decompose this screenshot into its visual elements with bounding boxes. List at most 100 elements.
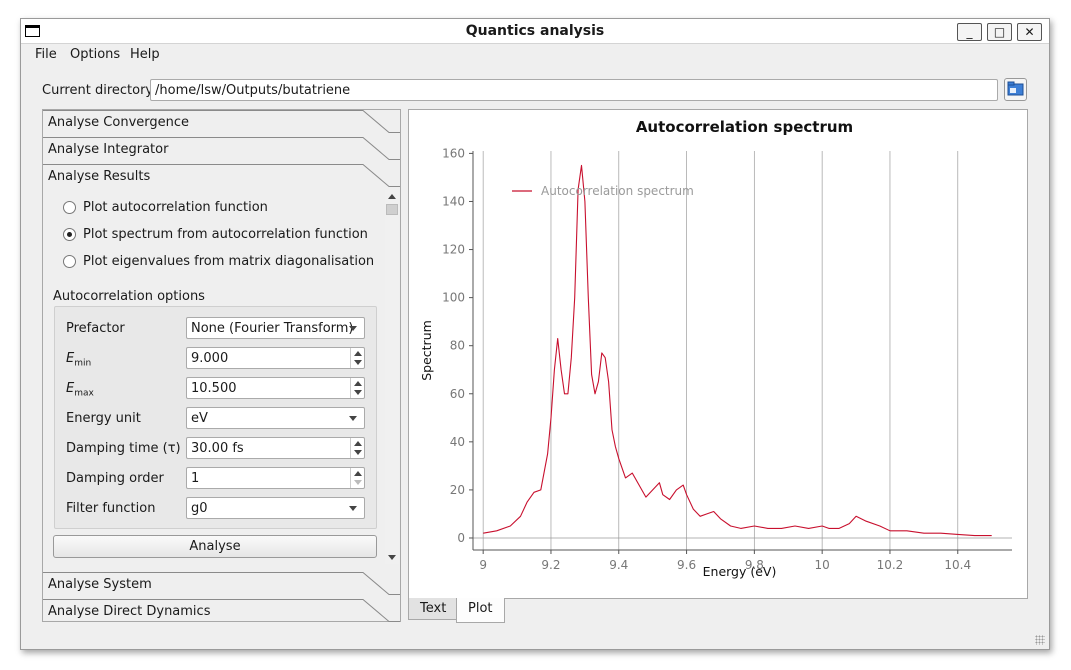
- emin-spinbox[interactable]: 9.000: [186, 347, 365, 369]
- tab-plot[interactable]: Plot: [456, 598, 505, 623]
- energy-unit-combo[interactable]: eV: [186, 407, 365, 429]
- radio-plot-autocorrelation[interactable]: Plot autocorrelation function: [63, 200, 268, 215]
- chevron-down-icon: [349, 416, 357, 421]
- damping-order-spinbox[interactable]: 1: [186, 467, 365, 489]
- y-tick-label: 20: [450, 483, 465, 497]
- analyse-button[interactable]: Analyse: [53, 535, 377, 558]
- y-tick-label: 80: [450, 339, 465, 353]
- scroll-up-icon[interactable]: [388, 194, 396, 199]
- field-label: Emax: [66, 381, 94, 399]
- field-label: Prefactor: [66, 321, 125, 336]
- spin-value: 10.500: [191, 381, 237, 396]
- main-window: Quantics analysis _ □ ✕ File Options Hel…: [20, 18, 1050, 650]
- section-analyse-results[interactable]: Analyse Results: [43, 164, 400, 191]
- section-analyse-system[interactable]: Analyse System: [43, 572, 400, 599]
- close-icon: ✕: [1024, 25, 1035, 39]
- x-tick-label: 10: [815, 558, 830, 572]
- maximize-icon: □: [993, 25, 1006, 39]
- prefactor-combo[interactable]: None (Fourier Transform): [186, 317, 365, 339]
- autocorrelation-options-group: Prefactor None (Fourier Transform) Emin …: [54, 306, 377, 529]
- window-title: Quantics analysis: [465, 23, 605, 39]
- spin-up-icon[interactable]: [354, 441, 362, 446]
- y-tick-label: 120: [442, 243, 465, 257]
- folder-icon: [1007, 81, 1024, 96]
- menu-file[interactable]: File: [35, 47, 57, 62]
- radio-label: Plot eigenvalues from matrix diagonalisa…: [83, 254, 375, 269]
- tab-text[interactable]: Text: [408, 598, 459, 620]
- resize-grip[interactable]: [1035, 635, 1045, 645]
- scroll-thumb[interactable]: [386, 204, 398, 215]
- field-label: Emin: [66, 351, 91, 369]
- emax-spinbox[interactable]: 10.500: [186, 377, 365, 399]
- spin-up-icon[interactable]: [354, 381, 362, 386]
- spin-down-icon[interactable]: [354, 450, 362, 455]
- field-label: Energy unit: [66, 411, 141, 426]
- spin-up-icon[interactable]: [354, 471, 362, 476]
- section-label: Analyse Convergence: [48, 115, 190, 130]
- close-button[interactable]: ✕: [1017, 23, 1042, 41]
- x-tick-label: 9.6: [677, 558, 696, 572]
- radio-plot-spectrum[interactable]: Plot spectrum from autocorrelation funct…: [63, 227, 368, 242]
- spectrum-chart[interactable]: 9 9.2 9.4 9.6 9.8 10 10.2 10.402040608010012014…: [409, 110, 1027, 598]
- menu-help[interactable]: Help: [130, 47, 160, 62]
- x-tick-label: 9.4: [609, 558, 628, 572]
- plot-panel: 9 9.2 9.4 9.6 9.8 10 10.2 10.4 0 20 40 60 80 100 120 14…: [408, 109, 1028, 599]
- field-label: Damping time (τ): [66, 441, 181, 456]
- menu-options[interactable]: Options: [70, 47, 120, 62]
- section-analyse-convergence[interactable]: Analyse Convergence: [43, 110, 400, 137]
- field-label: Damping order: [66, 471, 164, 486]
- spin-buttons[interactable]: [350, 348, 364, 368]
- spin-down-icon[interactable]: [354, 390, 362, 395]
- spin-buttons[interactable]: [350, 378, 364, 398]
- y-tick-label: 140: [442, 194, 465, 208]
- spin-value: 9.000: [191, 351, 229, 366]
- chevron-down-icon: [349, 326, 357, 331]
- section-analyse-integrator[interactable]: Analyse Integrator: [43, 137, 400, 164]
- label-main: E: [66, 381, 75, 396]
- directory-input[interactable]: /home/lsw/Outputs/butatriene: [150, 79, 998, 101]
- chart-title: Autocorrelation spectrum: [636, 118, 853, 136]
- field-emax: Emax 10.500: [55, 377, 376, 401]
- radio-indicator[interactable]: [63, 228, 76, 241]
- results-scrollbar[interactable]: [385, 190, 399, 564]
- legend-label: Autocorrelation spectrum: [541, 184, 694, 198]
- section-label: Analyse System: [48, 577, 152, 592]
- filter-function-combo[interactable]: g0: [186, 497, 365, 519]
- chevron-down-icon: [349, 506, 357, 511]
- maximize-button[interactable]: □: [987, 23, 1012, 41]
- radio-indicator[interactable]: [63, 201, 76, 214]
- y-tick-label: 60: [450, 387, 465, 401]
- minimize-icon: _: [966, 25, 973, 39]
- y-axis-label: Spectrum: [419, 320, 434, 381]
- y-tick-label: 40: [450, 435, 465, 449]
- directory-label: Current directory: [42, 83, 154, 98]
- field-prefactor: Prefactor None (Fourier Transform): [55, 317, 376, 341]
- field-emin: Emin 9.000: [55, 347, 376, 371]
- section-analyse-direct-dynamics[interactable]: Analyse Direct Dynamics: [43, 599, 400, 626]
- spin-buttons[interactable]: [350, 468, 364, 488]
- radio-plot-eigenvalues[interactable]: Plot eigenvalues from matrix diagonalisa…: [63, 254, 374, 269]
- section-label: Analyse Direct Dynamics: [48, 604, 211, 619]
- radio-indicator[interactable]: [63, 255, 76, 268]
- spin-value: 1: [191, 471, 200, 486]
- spin-down-icon: [354, 480, 362, 485]
- browse-button[interactable]: [1004, 78, 1027, 101]
- spin-buttons[interactable]: [350, 438, 364, 458]
- title-bar[interactable]: Quantics analysis _ □ ✕: [21, 19, 1049, 44]
- radio-label: Plot spectrum from autocorrelation funct…: [83, 227, 368, 242]
- damping-time-spinbox[interactable]: 30.00 fs: [186, 437, 365, 459]
- spin-up-icon[interactable]: [354, 351, 362, 356]
- y-tick-label: 160: [442, 146, 465, 160]
- spin-down-icon[interactable]: [354, 360, 362, 365]
- scroll-down-icon[interactable]: [388, 555, 396, 560]
- x-tick-label: 10.2: [877, 558, 904, 572]
- x-axis-label: Energy (eV): [703, 564, 777, 579]
- x-tick-label: 9.2: [541, 558, 560, 572]
- label-subscript: max: [74, 388, 94, 399]
- combo-value: eV: [191, 411, 208, 426]
- section-label: Analyse Results: [48, 169, 151, 184]
- combo-value: None (Fourier Transform): [191, 321, 354, 336]
- radio-label: Plot autocorrelation function: [83, 200, 268, 215]
- x-tick-label: 9: [479, 558, 487, 572]
- minimize-button[interactable]: _: [957, 23, 982, 41]
